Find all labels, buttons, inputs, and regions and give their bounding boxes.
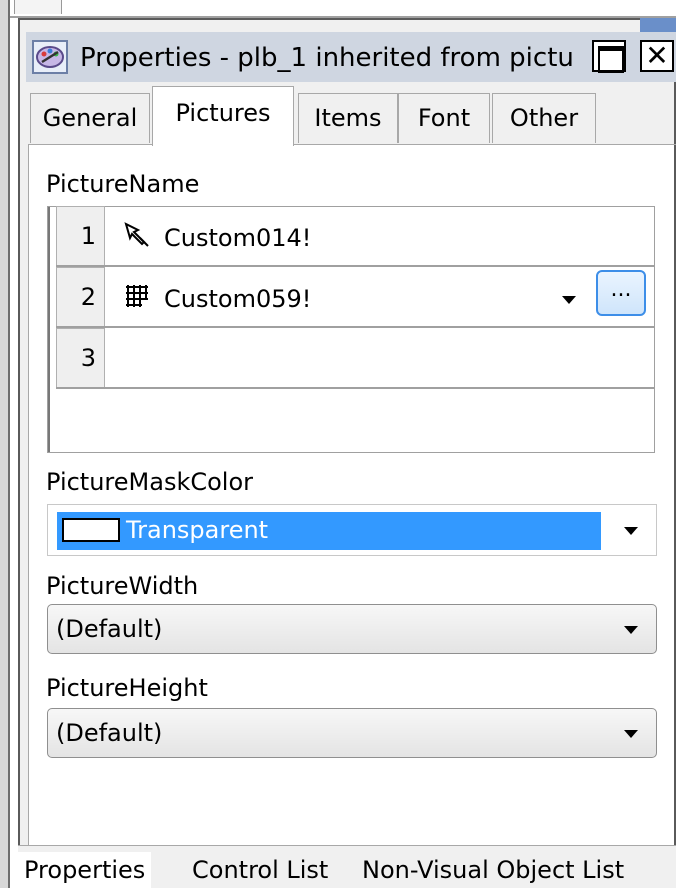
close-button[interactable]: ✕ [640,40,674,72]
restore-icon [598,46,624,73]
grid-pattern-icon [122,281,152,311]
row-number[interactable]: 3 [56,328,105,388]
tab-general[interactable]: General [30,93,150,143]
picture-height-label: PictureHeight [46,674,208,702]
left-gutter [0,0,8,888]
picture-mask-color-value: Transparent [126,516,269,544]
chevron-down-icon[interactable] [624,527,638,535]
color-swatch [62,518,120,542]
left-border-line [8,0,10,888]
bottom-tab-properties[interactable]: Properties [18,852,152,888]
picture-name-label: PictureName [46,170,200,198]
picture-mask-color-label: PictureMaskColor [46,468,254,496]
row-divider [56,265,654,267]
browse-picture-button[interactable]: ... [596,270,646,316]
chevron-down-icon[interactable] [624,730,638,738]
tab-other[interactable]: Other [492,93,596,143]
top-notch [14,0,62,14]
bottom-tab-control-list[interactable]: Control List [186,852,334,888]
picture-width-label: PictureWidth [46,572,199,600]
grid-left-border [48,207,54,452]
picture-height-value: (Default) [56,719,163,747]
picture-name-value[interactable]: Custom059! [164,283,311,315]
tab-pictures[interactable]: Pictures [152,86,294,146]
row-divider [56,326,654,328]
row-number[interactable]: 2 [56,267,105,327]
window-title: Properties - plb_1 inherited from pictu [80,43,574,73]
title-bar-accent [640,18,676,32]
tab-font[interactable]: Font [398,93,490,143]
pointer-icon [122,220,152,250]
chevron-down-icon[interactable] [562,296,576,304]
row-divider [56,387,654,389]
tab-items[interactable]: Items [298,93,398,143]
restore-button[interactable] [592,40,626,73]
row-number[interactable]: 1 [56,206,105,266]
properties-window-icon [32,40,68,74]
picture-width-value: (Default) [56,615,163,643]
chevron-down-icon[interactable] [624,626,638,634]
picture-name-value[interactable]: Custom014! [164,222,311,254]
bottom-tab-non-visual-object-list[interactable]: Non-Visual Object List [356,852,630,888]
